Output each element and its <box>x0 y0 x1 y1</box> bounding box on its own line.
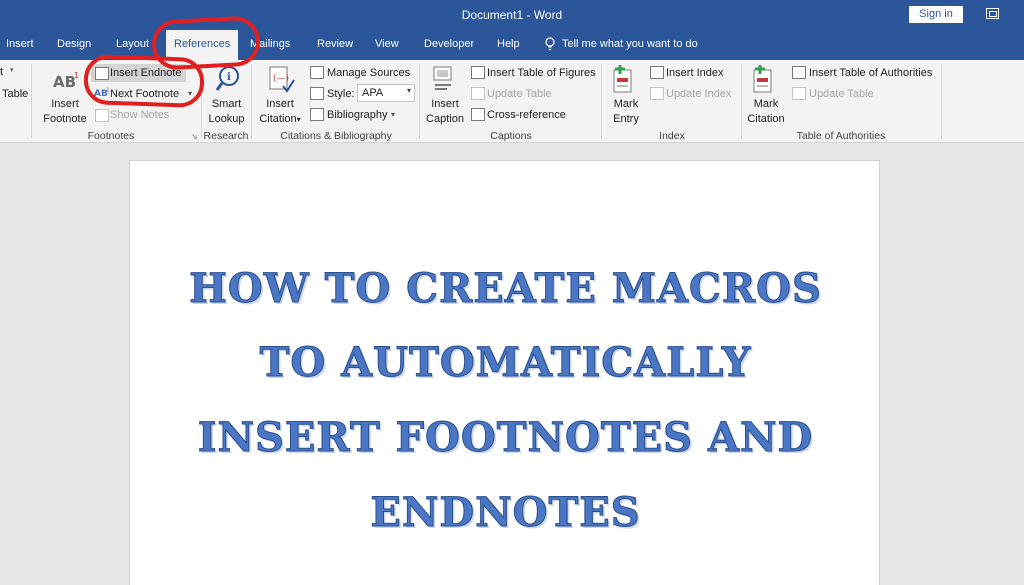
insert-index-icon <box>650 66 664 79</box>
citation-style-value: APA <box>362 87 384 99</box>
group-label-research: Research <box>203 130 249 142</box>
insert-citation-label-1: Insert <box>266 98 294 110</box>
table-of-figures-icon <box>471 66 485 79</box>
mark-entry-button[interactable]: Mark Entry <box>606 97 646 127</box>
next-footnote-button[interactable]: Next Footnote <box>110 88 179 100</box>
smart-lookup-label-1: Smart <box>211 98 242 110</box>
tab-view[interactable]: View <box>375 38 399 50</box>
style-label: Style: <box>327 88 355 100</box>
update-index-icon <box>650 87 664 100</box>
next-footnote-icon: AB 1 <box>94 87 110 99</box>
group-separator <box>601 64 602 138</box>
svg-text:AB: AB <box>53 73 76 91</box>
group-label-index: Index <box>659 130 685 142</box>
smart-lookup-label-2: Lookup <box>208 113 245 125</box>
group-label-captions: Captions <box>490 130 532 142</box>
insert-footnote-label-1: Insert <box>51 98 79 110</box>
tab-mailings[interactable]: Mailings <box>250 38 290 50</box>
update-table-partial[interactable]: Table <box>2 88 28 100</box>
insert-caption-label-2: Caption <box>426 113 464 125</box>
group-separator <box>741 64 742 138</box>
insert-table-of-figures-button[interactable]: Insert Table of Figures <box>487 67 596 79</box>
insert-endnote-button[interactable]: Insert Endnote <box>110 67 182 79</box>
group-label-citations: Citations & Bibliography <box>280 130 392 142</box>
update-table-of-figures-button[interactable]: Update Table <box>487 88 552 100</box>
dialog-launcher-icon[interactable]: ↘ <box>191 132 198 141</box>
insert-citation-icon: (—) <box>269 66 295 93</box>
citation-style-select[interactable]: APA ▾ <box>357 84 415 102</box>
chevron-down-icon[interactable]: ▾ <box>188 89 192 98</box>
update-table-icon <box>471 87 485 100</box>
mark-citation-label-2: Citation <box>747 113 785 125</box>
style-icon <box>310 87 324 100</box>
heading-line-3: INSERT FOOTNOTES AND <box>197 414 814 462</box>
bibliography-button[interactable]: Bibliography <box>327 109 388 121</box>
insert-index-button[interactable]: Insert Index <box>666 67 723 79</box>
tab-references[interactable]: References <box>166 30 239 60</box>
insert-table-of-authorities-button[interactable]: Insert Table of Authorities <box>809 67 932 79</box>
manage-sources-icon <box>310 66 324 79</box>
smart-lookup-icon: i <box>215 66 239 91</box>
heading-line-2: TO AUTOMATICALLY <box>259 339 752 387</box>
ribbon-display-options-icon[interactable] <box>986 8 999 19</box>
document-title: Document1 - Word <box>461 8 563 22</box>
show-notes-button[interactable]: Show Notes <box>110 109 169 121</box>
table-of-authorities-icon <box>792 66 806 79</box>
svg-text:1: 1 <box>74 71 79 80</box>
tab-insert[interactable]: Insert <box>6 38 34 50</box>
sign-in-button[interactable]: Sign in <box>909 6 963 23</box>
update-table-of-authorities-button[interactable]: Update Table <box>809 88 874 100</box>
group-separator <box>251 64 252 138</box>
mark-entry-label-2: Entry <box>613 113 639 125</box>
insert-footnote-label-2: Footnote <box>43 113 87 125</box>
insert-citation-label-2: Citation <box>259 113 297 125</box>
bibliography-icon <box>310 108 324 121</box>
mark-citation-label-1: Mark <box>753 98 779 110</box>
insert-endnote-icon <box>95 67 109 80</box>
insert-caption-label-1: Insert <box>431 98 459 110</box>
tab-layout[interactable]: Layout <box>116 38 149 50</box>
group-separator <box>201 64 202 138</box>
svg-text:i: i <box>227 72 231 83</box>
insert-footnote-button[interactable]: Insert Footnote <box>40 97 90 127</box>
svg-text:(—): (—) <box>273 74 289 84</box>
table-of-contents-button-partial[interactable]: t <box>0 66 3 78</box>
ribbon-tabs: Insert Design Layout References Mailings… <box>0 30 1024 60</box>
cross-reference-icon <box>471 108 485 121</box>
group-label-footnotes: Footnotes <box>87 130 135 142</box>
tab-developer[interactable]: Developer <box>424 38 474 50</box>
title-bar: Document1 - Word Sign in <box>0 0 1024 30</box>
heading-line-4: ENDNOTES <box>370 489 641 537</box>
tab-review[interactable]: Review <box>317 38 353 50</box>
tab-help[interactable]: Help <box>497 38 520 50</box>
group-separator <box>31 64 32 138</box>
smart-lookup-button[interactable]: Smart Lookup <box>204 97 249 127</box>
update-table-icon <box>792 87 806 100</box>
chevron-down-icon: ▾ <box>296 115 301 124</box>
heading-line-1: HOW TO CREATE MACROS <box>189 265 822 313</box>
update-index-button[interactable]: Update Index <box>666 88 731 100</box>
mark-citation-button[interactable]: Mark Citation <box>744 97 788 127</box>
chevron-down-icon: ▾ <box>391 110 396 119</box>
chevron-down-icon: ▾ <box>10 67 14 74</box>
insert-caption-button[interactable]: Insert Caption <box>422 97 468 127</box>
chevron-down-icon: ▾ <box>406 86 411 95</box>
tell-me-search[interactable]: Tell me what you want to do <box>562 38 698 50</box>
insert-footnote-icon: AB 1 <box>53 71 79 91</box>
show-notes-icon <box>95 109 109 122</box>
manage-sources-button[interactable]: Manage Sources <box>327 67 410 79</box>
group-separator <box>419 64 420 138</box>
group-separator <box>941 64 942 138</box>
tab-design[interactable]: Design <box>57 38 91 50</box>
document-page[interactable]: HOW TO CREATE MACROS TO AUTOMATICALLY IN… <box>129 160 880 585</box>
group-label-table-of-authorities: Table of Authorities <box>796 130 886 142</box>
insert-caption-icon <box>433 66 452 90</box>
mark-entry-icon <box>613 65 632 93</box>
cross-reference-button[interactable]: Cross-reference <box>487 109 566 121</box>
ribbon: t ▾ Table AB 1 Insert Footnote Insert En… <box>0 60 1024 143</box>
insert-citation-button[interactable]: Insert Citation▾ <box>254 97 306 127</box>
mark-entry-label-1: Mark <box>613 98 639 110</box>
mark-citation-icon <box>753 65 772 93</box>
lightbulb-icon <box>545 37 555 51</box>
